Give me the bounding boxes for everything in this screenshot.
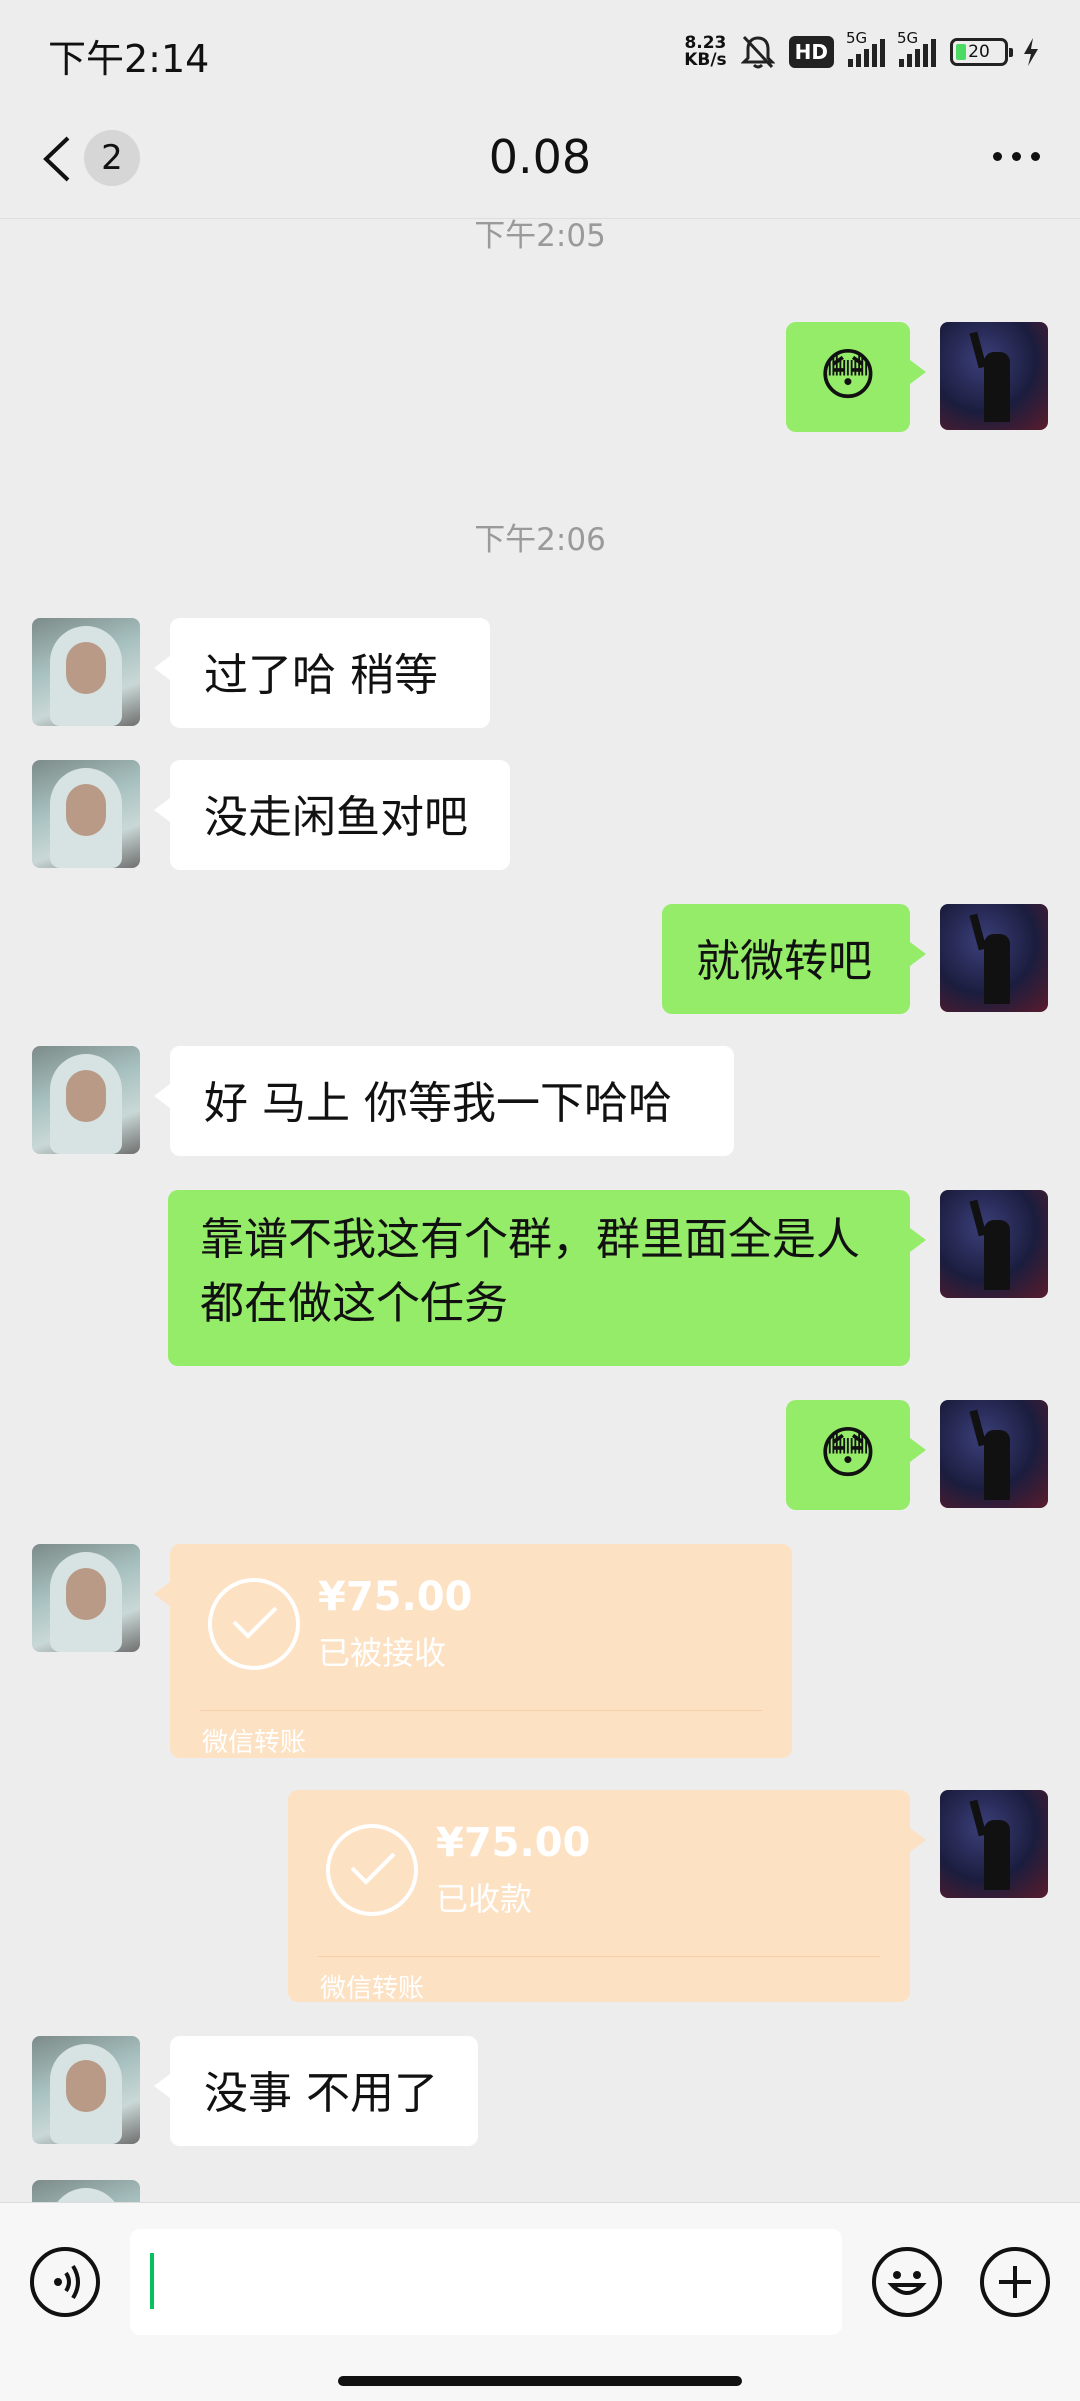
transfer-amount: ¥75.00 <box>436 1820 591 1866</box>
check-icon <box>208 1578 300 1670</box>
divider <box>318 1956 880 1957</box>
transfer-label: 微信转账 <box>320 1974 425 2004</box>
more-dots-icon[interactable] <box>993 152 1040 161</box>
my-avatar[interactable] <box>940 322 1048 430</box>
transfer-card[interactable]: ¥75.00 已被接收 微信转账 <box>154 1544 792 1758</box>
received-message[interactable]: 过了哈 稍等 <box>154 618 490 728</box>
chat-header: 2 0.08 <box>0 100 1080 219</box>
my-avatar[interactable] <box>940 1190 1048 1298</box>
my-avatar[interactable] <box>940 1400 1048 1508</box>
transfer-amount: ¥75.00 <box>318 1574 473 1620</box>
plus-icon[interactable] <box>980 2247 1050 2317</box>
sent-message[interactable]: 靠谱不我这有个群，群里面全是人都在做这个任务 <box>168 1190 926 1366</box>
status-time: 下午2:14 <box>48 37 210 81</box>
signal-icon-1: 5G <box>846 29 885 67</box>
timestamp: 下午2:06 <box>474 522 606 558</box>
contact-avatar[interactable] <box>32 618 140 726</box>
contact-avatar[interactable] <box>32 1046 140 1154</box>
received-message[interactable]: 没走闲鱼对吧 <box>154 760 510 870</box>
text-caret <box>150 2253 154 2309</box>
message-input[interactable] <box>130 2229 842 2335</box>
network-speed: 8.23 KB/s <box>684 35 726 69</box>
transfer-status: 已收款 <box>436 1880 533 1918</box>
received-message[interactable]: 没事 不用了 <box>154 2036 478 2146</box>
transfer-card[interactable]: ¥75.00 已收款 微信转账 <box>288 1790 926 2004</box>
network-speed-unit: KB/s <box>684 50 727 70</box>
bell-off-icon <box>740 35 775 69</box>
emoji-icon[interactable] <box>872 2247 942 2317</box>
my-avatar[interactable] <box>940 1790 1048 1898</box>
transfer-status: 已被接收 <box>318 1634 447 1672</box>
hd-badge: HD <box>788 36 834 68</box>
contact-avatar[interactable] <box>32 2036 140 2144</box>
divider <box>200 1710 762 1711</box>
status-icons: 8.23 KB/s HD 5G 5G 20 <box>684 29 1040 74</box>
home-indicator[interactable] <box>338 2376 742 2386</box>
signal-label-2: 5G <box>897 29 919 47</box>
signal-icon-2: 5G <box>897 29 936 67</box>
input-bar <box>0 2202 1080 2401</box>
transfer-label: 微信转账 <box>202 1728 307 1758</box>
contact-avatar[interactable] <box>32 2180 140 2202</box>
received-message[interactable]: 好 马上 你等我一下哈哈 <box>154 1046 734 1156</box>
status-bar: 下午2:14 8.23 KB/s HD 5G 5G 20 <box>0 0 1080 100</box>
battery-level: 20 <box>968 42 990 62</box>
message-list[interactable]: 下午2:05 😳 下午2:06 过了哈 稍等 没走闲鱼对吧 就微转吧 好 马上 … <box>0 218 1080 2202</box>
my-emoji-bubble[interactable]: 😳 <box>786 322 926 432</box>
signal-label-1: 5G <box>846 29 868 47</box>
timestamp: 下午2:05 <box>474 218 606 254</box>
my-avatar[interactable] <box>940 904 1048 1012</box>
lightning-icon <box>1024 38 1038 66</box>
contact-avatar[interactable] <box>32 1544 140 1652</box>
voice-icon[interactable] <box>30 2247 100 2317</box>
battery-icon: 20 <box>950 38 1013 66</box>
my-emoji-bubble[interactable]: 😳 <box>786 1400 926 1510</box>
chat-title: 0.08 <box>488 130 592 184</box>
contact-avatar[interactable] <box>32 760 140 868</box>
check-icon <box>326 1824 418 1916</box>
sent-message[interactable]: 就微转吧 <box>662 904 926 1014</box>
